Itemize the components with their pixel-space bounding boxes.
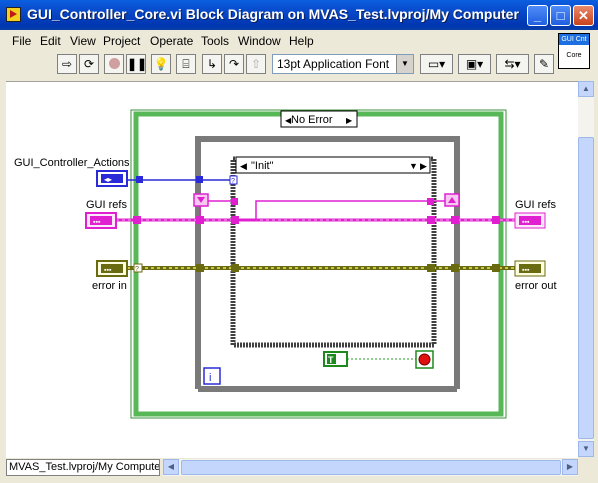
abort-icon[interactable]	[104, 54, 124, 74]
labview-app-icon[interactable]	[6, 7, 21, 22]
reorder-icon[interactable]: ⇆▾	[496, 54, 529, 74]
labview-window: GUI_Controller_Core.vi Block Diagram on …	[0, 0, 598, 483]
project-path-status: MVAS_Test.lvproj/My Computer	[6, 459, 160, 476]
menu-project[interactable]: Project	[103, 34, 140, 48]
menu-file[interactable]: File	[12, 34, 31, 48]
pause-icon[interactable]: ❚❚	[126, 54, 147, 74]
window-title: GUI_Controller_Core.vi Block Diagram on …	[27, 6, 519, 22]
step-out-icon[interactable]: ⇧	[246, 54, 266, 74]
menu-view[interactable]: View	[70, 34, 96, 48]
actions-enum-control[interactable]: ◂▸	[96, 170, 128, 187]
step-over-icon[interactable]: ↷	[224, 54, 244, 74]
align-icon[interactable]: ▭▾	[420, 54, 453, 74]
chevron-down-icon: ▼	[396, 55, 413, 73]
retain-wire-values-icon[interactable]: ⌸	[176, 54, 196, 74]
font-dropdown[interactable]: 13pt Application Font ▼	[272, 54, 414, 74]
scroll-right-icon[interactable]: ▶	[562, 459, 578, 475]
error-out-label: error out	[515, 280, 557, 292]
error-in-control[interactable]: ▪▪▪	[96, 260, 128, 277]
maximize-button[interactable]: □	[550, 5, 571, 26]
menu-help[interactable]: Help	[289, 34, 314, 48]
scroll-down-icon[interactable]: ▼	[578, 441, 594, 457]
vi-icon-line1: GUI Cnt	[559, 34, 589, 45]
scroll-left-icon[interactable]: ◀	[163, 459, 179, 475]
font-dropdown-value: 13pt Application Font	[277, 57, 390, 71]
svg-text:◂▸: ◂▸	[104, 175, 112, 184]
state-case-label: "Init"	[251, 160, 274, 172]
svg-text:▪▪▪: ▪▪▪	[522, 267, 530, 274]
menu-bar: File Edit View Project Operate Tools Win…	[0, 30, 556, 52]
iteration-terminal[interactable]: i	[203, 367, 221, 385]
run-continuously-icon[interactable]: ⟳	[79, 54, 99, 74]
menu-edit[interactable]: Edit	[40, 34, 61, 48]
svg-text:▶: ▶	[420, 161, 427, 171]
menu-operate[interactable]: Operate	[150, 34, 193, 48]
error-in-label: error in	[92, 280, 127, 292]
error-out-indicator[interactable]: ▪▪▪	[514, 260, 546, 277]
shift-register-right[interactable]	[444, 193, 460, 207]
true-constant[interactable]: T	[323, 351, 348, 367]
stop-condition-icon[interactable]	[415, 350, 434, 369]
svg-text:◀: ◀	[240, 161, 247, 171]
vertical-scroll-thumb[interactable]	[578, 137, 594, 439]
svg-text:▶: ▶	[346, 116, 353, 125]
error-case-selector[interactable]: ◀ ▶ No Error	[280, 110, 358, 128]
menu-window[interactable]: Window	[238, 34, 281, 48]
gui-refs-indicator[interactable]: ▪▪▪	[514, 212, 546, 229]
cleanup-icon[interactable]: ✎	[534, 54, 554, 74]
shift-register-left[interactable]	[193, 193, 209, 207]
minimize-button[interactable]: _	[527, 5, 548, 26]
svg-text:?: ?	[135, 266, 139, 273]
svg-text:▪▪▪: ▪▪▪	[522, 219, 530, 226]
actions-label: GUI_Controller_Actions	[14, 157, 130, 169]
iteration-label: i	[209, 372, 211, 384]
gui-refs-in-label: GUI refs	[86, 199, 127, 211]
gui-refs-out-label: GUI refs	[515, 199, 556, 211]
title-bar[interactable]: GUI_Controller_Core.vi Block Diagram on …	[0, 0, 598, 30]
state-case-structure[interactable]	[230, 156, 437, 348]
svg-text:?: ?	[231, 178, 235, 185]
menu-tools[interactable]: Tools	[201, 34, 229, 48]
svg-text:▼: ▼	[409, 161, 418, 171]
scroll-up-icon[interactable]: ▲	[578, 81, 594, 97]
vi-icon-line2: Core	[566, 52, 582, 59]
svg-text:▪▪▪: ▪▪▪	[104, 267, 112, 274]
error-case-label: No Error	[291, 114, 333, 126]
gui-refs-control[interactable]: ▪▪▪	[85, 212, 117, 229]
vi-icon[interactable]: GUI Cnt Core	[558, 33, 590, 69]
step-into-icon[interactable]: ↳	[202, 54, 222, 74]
true-constant-label: T	[328, 355, 334, 365]
close-button[interactable]: ✕	[573, 5, 594, 26]
distribute-icon[interactable]: ▣▾	[458, 54, 491, 74]
block-diagram-canvas[interactable]: ◀ ▶ No Error ◀ ▶ "Init" ▼ ? ? ◂▸ GUI_Con…	[6, 81, 578, 458]
state-case-selector[interactable]: ◀ ▶ "Init" ▼	[235, 156, 431, 174]
horizontal-scroll-thumb[interactable]	[181, 460, 561, 475]
highlight-execution-icon[interactable]: 💡	[151, 54, 171, 74]
toolbar: ⇨ ⟳ ❚❚ 💡 ⌸ ↳ ↷ ⇧ 13pt Application Font ▼…	[0, 52, 556, 78]
run-arrow-icon[interactable]: ⇨	[57, 54, 77, 74]
svg-text:▪▪▪: ▪▪▪	[93, 219, 101, 226]
